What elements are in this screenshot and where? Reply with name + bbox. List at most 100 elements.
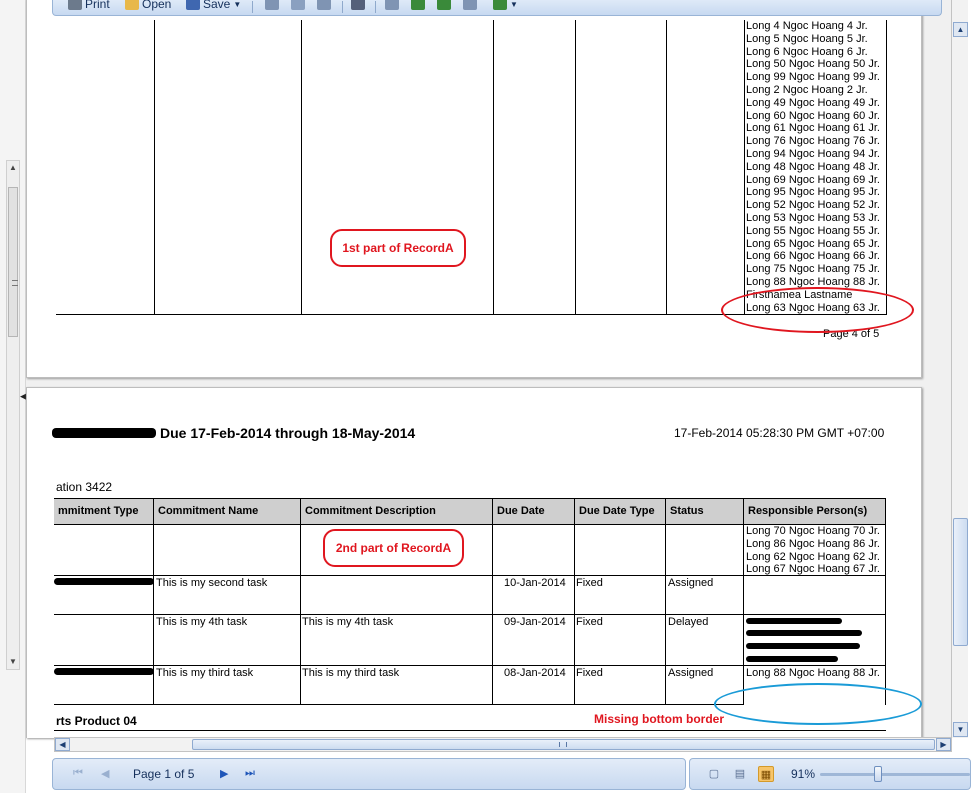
person-name: Long 5 Ngoc Hoang 5 Jr. [746,32,868,45]
responsible-persons-list-continued: Long 70 Ngoc Hoang 70 Jr. Long 86 Ngoc Ho… [746,525,880,576]
chevron-down-icon[interactable]: ▼ [510,0,518,9]
multi-page-view-icon[interactable]: ▦ [758,766,774,782]
cell-due-date: 09-Jan-2014 [504,616,566,628]
person-name: Long 61 Ngoc Hoang 61 Jr. [746,122,880,135]
single-page-button[interactable] [385,0,399,11]
cell-status: Delayed [668,616,709,628]
export-excel-button[interactable] [411,0,425,11]
zoom-slider-track[interactable] [820,773,970,776]
cell-commitment-name: This is my third task [156,667,254,679]
page-setup-button[interactable] [265,0,279,11]
person-name: Long 62 Ngoc Hoang 62 Jr. [746,550,880,563]
person-name: Long 69 Ngoc Hoang 69 Jr. [746,173,880,186]
cell-due-date: 10-Jan-2014 [504,577,566,589]
redacted-text [746,643,860,649]
save-button[interactable]: Save ▼ [186,0,241,11]
horizontal-scroll-thumb[interactable] [192,739,935,750]
person-name: Long 50 Ngoc Hoang 50 Jr. [746,58,880,71]
person-name: Long 6 Ngoc Hoang 6 Jr. [746,45,868,58]
printer-layout-icon [463,0,477,10]
missing-border-annotation: Missing bottom border [594,712,724,726]
next-page-icon[interactable]: ▶ [220,767,228,780]
zoom-slider-thumb[interactable] [874,766,882,782]
person-name: Long 70 Ngoc Hoang 70 Jr. [746,525,880,537]
cell-commitment-name: This is my second task [156,577,268,589]
report-timestamp: 17-Feb-2014 05:28:30 PM GMT +07:00 [674,426,885,440]
report-title: Due 17-Feb-2014 through 18-May-2014 [160,425,416,441]
person-name: Long 4 Ngoc Hoang 4 Jr. [746,20,868,32]
document-icon [265,0,279,10]
help-icon [291,0,305,10]
person-name: Long 65 Ngoc Hoang 65 Jr. [746,237,880,250]
header-commitment-type: mmitment Type [54,499,154,524]
person-name: Long 67 Ngoc Hoang 67 Jr. [746,563,880,576]
printer-icon [68,0,82,10]
header-responsible-persons: Responsible Person(s) [744,499,886,524]
person-name: Long 53 Ngoc Hoang 53 Jr. [746,211,880,224]
first-page-icon[interactable]: ⏮ [73,767,83,780]
scrollbar-thumb[interactable] [8,187,18,337]
page-indicator: Page 1 of 5 [133,767,195,781]
header-due-date-type: Due Date Type [575,499,666,524]
person-name: Long 76 Ngoc Hoang 76 Jr. [746,135,880,148]
scroll-up-icon[interactable]: ▲ [8,163,18,173]
person-name: Long 95 Ngoc Hoang 95 Jr. [746,186,880,199]
help-button[interactable] [291,0,305,11]
group-label: rts Product 04 [56,714,137,728]
open-button[interactable]: Open [125,0,171,11]
more-button[interactable]: ▼ [493,0,518,11]
redacted-text [746,630,862,636]
cell-status: Assigned [668,577,714,589]
left-panel-scrollbar[interactable]: ▲ ▼ [6,160,20,670]
location-label: ation 3422 [56,480,113,494]
list-icon [317,0,331,10]
annotation-red-ellipse [721,287,914,333]
person-name: Long 49 Ngoc Hoang 49 Jr. [746,96,880,109]
cell-due-date-type: Fixed [576,577,603,589]
cell-responsible-person: Long 88 Ngoc Hoang 88 Jr. [746,667,880,679]
continuous-view-icon[interactable]: ▤ [732,766,748,782]
parameters-button[interactable] [317,0,331,11]
last-page-icon[interactable]: ⏭ [245,767,255,780]
zoom-level: 91% [791,767,816,781]
zoom-bar: ▢ ▤ ▦ 91% [689,758,971,790]
annotation-blue-ellipse [714,683,922,725]
excel-icon [411,0,425,10]
print-layout-button[interactable] [463,0,477,11]
vertical-scrollbar[interactable]: ▲ ▼ [951,0,968,738]
floppy-disk-icon [186,0,200,10]
cell-due-date-type: Fixed [576,667,603,679]
person-name: Long 60 Ngoc Hoang 60 Jr. [746,109,880,122]
scroll-down-icon[interactable]: ▼ [953,722,968,737]
page-icon [385,0,399,10]
vertical-scroll-thumb[interactable] [953,518,968,646]
cell-status: Assigned [668,667,714,679]
export-button[interactable] [437,0,451,11]
scroll-left-icon[interactable]: ◀ [55,738,70,751]
page-navigation-bar: ⏮ ◀ Page 1 of 5 ▶ ⏭ [52,758,686,790]
binoculars-icon [351,0,365,10]
person-name: Long 52 Ngoc Hoang 52 Jr. [746,199,880,212]
person-name: Long 75 Ngoc Hoang 75 Jr. [746,263,880,276]
scroll-up-icon[interactable]: ▲ [953,22,968,37]
annotation-callout-2: 2nd part of RecordA [323,529,464,567]
folder-icon [125,0,139,10]
horizontal-scrollbar[interactable]: ◀ ▶ [54,737,952,752]
report-toolbar: Print Open Save ▼ ▼ [52,0,942,16]
scroll-down-icon[interactable]: ▼ [8,657,18,667]
person-name: Long 86 Ngoc Hoang 86 Jr. [746,537,880,550]
find-button[interactable] [351,0,365,11]
header-status: Status [666,499,744,524]
single-page-view-icon[interactable]: ▢ [706,766,722,782]
person-name: Long 2 Ngoc Hoang 2 Jr. [746,83,868,96]
redacted-text [746,656,838,662]
print-button[interactable]: Print [68,0,110,11]
export-icon [437,0,451,10]
previous-page-icon[interactable]: ◀ [101,767,109,780]
header-due-date: Due Date [493,499,575,524]
chevron-down-icon[interactable]: ▼ [233,0,241,9]
responsible-persons-list: Long 4 Ngoc Hoang 4 Jr. Long 5 Ngoc Hoang… [746,20,880,314]
scroll-right-icon[interactable]: ▶ [936,738,951,751]
person-name: Long 99 Ngoc Hoang 99 Jr. [746,71,880,84]
add-icon [493,0,507,10]
